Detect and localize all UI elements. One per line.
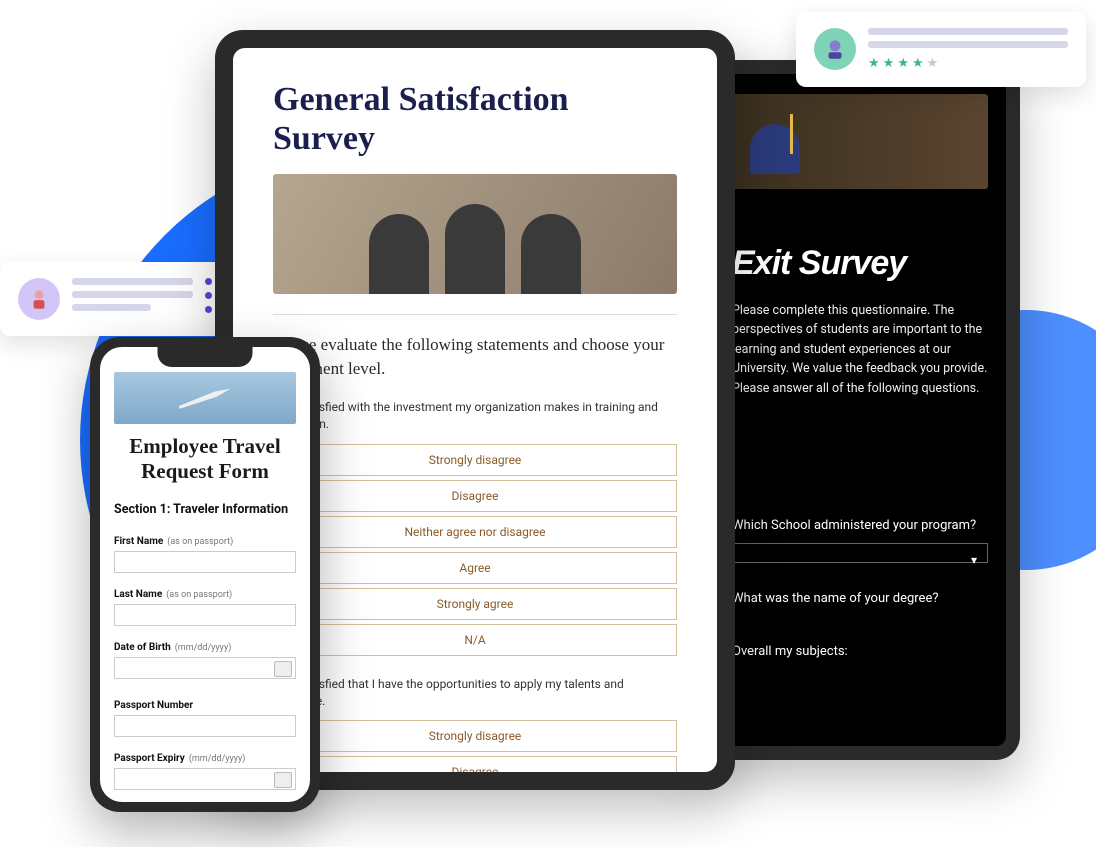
testimonial-card-right: ★★★★★ (796, 12, 1086, 87)
likert-options-2: Strongly disagree Disagree Neither agree… (273, 720, 677, 772)
star-icon: ★ (868, 56, 880, 71)
divider (273, 314, 677, 315)
survey-hero-image (273, 174, 677, 294)
exit-question-3: Overall my subjects: (732, 644, 988, 659)
dob-input[interactable] (114, 657, 296, 679)
last-name-input[interactable] (114, 604, 296, 626)
airplane-image (114, 372, 296, 424)
expiry-input[interactable] (114, 768, 296, 790)
section-heading: Section 1: Traveler Information (114, 502, 296, 517)
phone-travel-form: Employee Travel Request Form Section 1: … (90, 337, 320, 812)
phone-notch (158, 347, 253, 367)
option-disagree[interactable]: Disagree (273, 480, 677, 512)
exit-survey-intro: Please complete this questionnaire. The … (732, 301, 988, 398)
exit-survey-title: Exit Survey (732, 244, 988, 283)
placeholder-lines (72, 278, 193, 320)
avatar-icon (814, 28, 856, 70)
form-title: Employee Travel Request Form (114, 434, 296, 484)
option-strongly-agree[interactable]: Strongly agree (273, 588, 677, 620)
tablet-exit-survey: Exit Survey Please complete this questio… (700, 60, 1020, 760)
likert-options-1: Strongly disagree Disagree Neither agree… (273, 444, 677, 656)
field-expiry: Passport Expiry (mm/dd/yyyy) (114, 746, 296, 790)
option-disagree[interactable]: Disagree (273, 756, 677, 772)
menu-dots-icon (205, 278, 212, 320)
testimonial-card-left (0, 262, 230, 336)
exit-question-1: Which School administered your program? (732, 518, 988, 533)
placeholder-lines: ★★★★★ (868, 28, 1068, 71)
avatar-icon (18, 278, 60, 320)
star-icon: ★ (912, 56, 924, 71)
option-strongly-disagree[interactable]: Strongly disagree (273, 720, 677, 752)
first-name-input[interactable] (114, 551, 296, 573)
field-citizenship: Citizenship (114, 799, 296, 802)
star-rating: ★★★★★ (868, 56, 1068, 71)
survey-question-2: I am satisfied that I have the opportuni… (273, 676, 677, 711)
option-agree[interactable]: Agree (273, 552, 677, 584)
survey-title: General Satisfaction Survey (273, 80, 677, 158)
star-icon: ★ (883, 56, 895, 71)
option-neither[interactable]: Neither agree nor disagree (273, 516, 677, 548)
graduation-image (732, 94, 988, 189)
passport-input[interactable] (114, 715, 296, 737)
survey-instruction: Please evaluate the following statements… (273, 333, 677, 381)
star-icon: ★ (897, 56, 909, 71)
option-na[interactable]: N/A (273, 624, 677, 656)
star-icon: ★ (927, 56, 939, 71)
option-strongly-disagree[interactable]: Strongly disagree (273, 444, 677, 476)
field-last-name: Last Name (as on passport) (114, 582, 296, 626)
school-select[interactable] (732, 543, 988, 563)
field-dob: Date of Birth (mm/dd/yyyy) (114, 635, 296, 679)
exit-question-2: What was the name of your degree? (732, 591, 988, 606)
survey-question-1: I am satisfied with the investment my or… (273, 399, 677, 434)
field-passport: Passport Number (114, 693, 296, 737)
field-first-name: First Name (as on passport) (114, 529, 296, 573)
